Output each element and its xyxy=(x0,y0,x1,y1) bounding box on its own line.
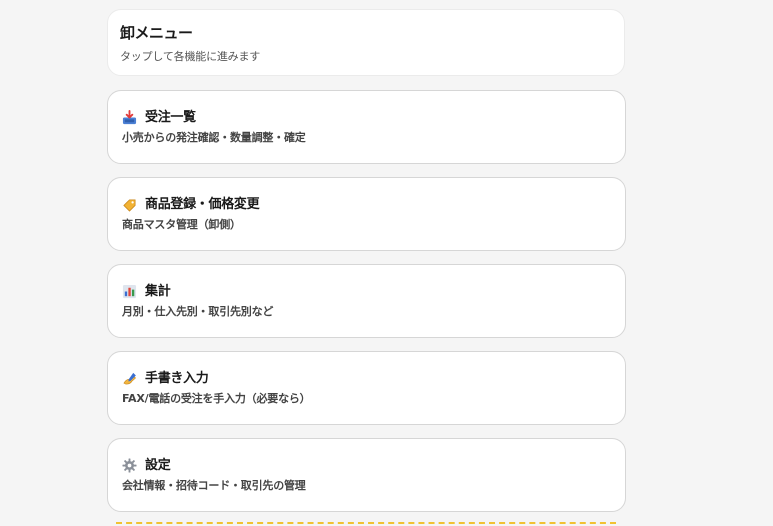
menu-card-settings[interactable]: 設定 会社情報・招待コード・取引先の管理 xyxy=(107,438,626,512)
page-title: 卸メニュー xyxy=(120,24,193,42)
menu-card-title: 設定 xyxy=(145,458,171,473)
menu-card-title: 受注一覧 xyxy=(145,110,196,125)
gear-icon xyxy=(122,458,137,473)
page-subtitle: タップして各機能に進みます xyxy=(120,50,261,63)
writing-hand-icon xyxy=(122,371,137,386)
wholesale-menu-page: 卸メニュー タップして各機能に進みます 受注一覧 小売からの発注確認・数量調整・… xyxy=(0,0,773,526)
menu-card-orders[interactable]: 受注一覧 小売からの発注確認・数量調整・確定 xyxy=(107,90,626,164)
menu-card-manual-input[interactable]: 手書き入力 FAX/電話の受注を手入力（必要なら） xyxy=(107,351,626,425)
bar-chart-icon xyxy=(122,284,137,299)
inbox-tray-icon xyxy=(122,110,137,125)
dashed-divider xyxy=(116,522,616,524)
menu-card-title: 手書き入力 xyxy=(145,371,209,386)
menu-card-products[interactable]: 商品登録・価格変更 商品マスタ管理（卸側） xyxy=(107,177,626,251)
price-tag-icon xyxy=(122,197,137,212)
menu-card-title: 商品登録・価格変更 xyxy=(145,197,260,212)
menu-card-description: 月別・仕入先別・取引先別など xyxy=(122,305,274,318)
header-card: 卸メニュー タップして各機能に進みます xyxy=(107,9,625,76)
menu-card-description: 商品マスタ管理（卸側） xyxy=(122,218,241,231)
menu-card-description: 会社情報・招待コード・取引先の管理 xyxy=(122,479,306,492)
menu-card-aggregation[interactable]: 集計 月別・仕入先別・取引先別など xyxy=(107,264,626,338)
menu-card-description: 小売からの発注確認・数量調整・確定 xyxy=(122,131,306,144)
menu-card-description: FAX/電話の受注を手入力（必要なら） xyxy=(122,392,311,405)
menu-card-title: 集計 xyxy=(145,284,171,299)
